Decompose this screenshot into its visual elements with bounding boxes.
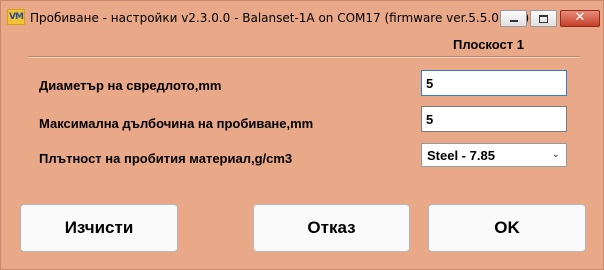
clear-button[interactable]: Изчисти	[20, 204, 178, 252]
plane-title: Плоскост 1	[453, 37, 524, 52]
material-density-value: Steel - 7.85	[427, 148, 495, 163]
drill-diameter-label: Диаметър на свредлото,mm	[39, 78, 222, 93]
close-button[interactable]: ✕	[560, 10, 600, 27]
maximize-button[interactable]	[530, 10, 557, 27]
close-icon: ✕	[574, 10, 586, 25]
max-depth-label: Максимална дълбочина на пробиване,mm	[39, 116, 314, 131]
material-density-select[interactable]: Steel - 7.85 ⌄	[421, 143, 567, 167]
drill-diameter-input[interactable]	[421, 70, 567, 96]
title-bar[interactable]: VM Пробиване - настройки v2.3.0.0 - Bala…	[1, 1, 603, 33]
material-density-label: Плътност на пробития материал,g/cm3	[39, 151, 293, 166]
ok-button[interactable]: OK	[428, 204, 586, 252]
drilling-settings-window: VM Пробиване - настройки v2.3.0.0 - Bala…	[0, 0, 604, 270]
chevron-down-icon: ⌄	[551, 149, 560, 160]
max-depth-input[interactable]	[421, 106, 567, 132]
separator	[28, 56, 580, 58]
cancel-button[interactable]: Отказ	[253, 204, 410, 252]
window-title: Пробиване - настройки v2.3.0.0 - Balanse…	[30, 11, 530, 25]
minimize-button[interactable]	[500, 10, 527, 27]
app-icon: VM	[7, 9, 25, 25]
